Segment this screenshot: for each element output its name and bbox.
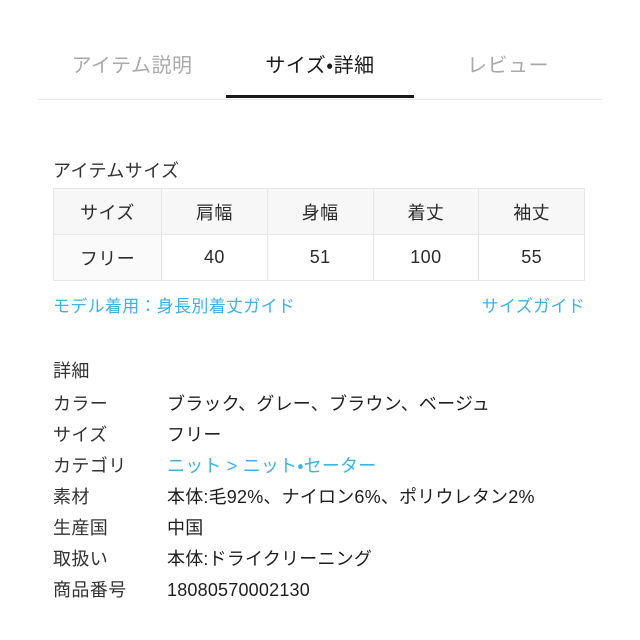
table-header-bust: 身幅 (266, 188, 374, 235)
tab-size-detail-label: サイズ・詳細 (265, 55, 375, 77)
tab-reviews-label: レビュー (467, 55, 549, 77)
spec-row-material: 素材 本体:毛92%、ナイロン6%、ポリウレタン2% (53, 483, 613, 514)
spec-value-country: 中国 (167, 518, 204, 538)
detail-spec-list: カラー ブラック、グレー、ブラウン、ベージュ サイズ フリー カテゴリ ニット … (53, 390, 613, 607)
spec-label-care: 取扱い (53, 549, 109, 569)
table-header-row: サイズ 肩幅 身幅 着丈 袖丈 (53, 188, 585, 235)
item-size-table: サイズ 肩幅 身幅 着丈 袖丈 フリー 40 51 100 55 (53, 188, 585, 281)
spec-label-color: カラー (53, 394, 109, 414)
spec-value-color: ブラック、グレー、ブラウン、ベージュ (167, 394, 491, 414)
spec-row-country: 生産国 中国 (53, 514, 613, 545)
spec-label-category: カテゴリ (53, 456, 127, 476)
table-header-length: 着丈 (372, 188, 480, 235)
table-row: フリー 40 51 100 55 (53, 234, 585, 281)
spec-row-care: 取扱い 本体:ドライクリーニング (53, 545, 613, 576)
spec-row-product-number: 商品番号 18080570002130 (53, 576, 613, 607)
table-cell-length: 100 (372, 234, 480, 281)
tab-item-description[interactable]: アイテム説明 (38, 40, 226, 98)
spec-value-material: 本体:毛92%、ナイロン6%、ポリウレタン2% (167, 487, 535, 507)
size-guide-link[interactable]: サイズガイド (482, 292, 585, 317)
spec-value-size: フリー (167, 425, 222, 445)
table-header-size: サイズ (53, 188, 162, 235)
spec-label-size: サイズ (53, 425, 108, 445)
item-size-heading: アイテムサイズ (53, 161, 180, 181)
product-tabbar: アイテム説明 サイズ・詳細 レビュー (38, 40, 602, 100)
tab-size-detail[interactable]: サイズ・詳細 (226, 40, 414, 98)
table-cell-bust: 51 (266, 234, 374, 281)
spec-value-category-link[interactable]: ニット > ニット・セーター (167, 452, 376, 478)
spec-label-product-number: 商品番号 (53, 580, 127, 600)
spec-row-size: サイズ フリー (53, 421, 613, 452)
size-guide-links: モデル着用：身長別着丈ガイド サイズガイド (53, 292, 585, 317)
table-cell-size: フリー (53, 234, 162, 281)
spec-value-care: 本体:ドライクリーニング (167, 549, 373, 569)
table-cell-shoulder: 40 (161, 234, 268, 281)
detail-heading: 詳細 (53, 361, 90, 381)
model-height-guide-link[interactable]: モデル着用：身長別着丈ガイド (53, 292, 295, 317)
tab-item-description-label: アイテム説明 (71, 55, 193, 77)
table-header-shoulder: 肩幅 (161, 188, 268, 235)
spec-value-product-number: 18080570002130 (167, 580, 310, 600)
tab-reviews[interactable]: レビュー (414, 40, 602, 98)
spec-row-category: カテゴリ ニット > ニット・セーター (53, 452, 613, 483)
table-header-sleeve: 袖丈 (478, 188, 585, 235)
spec-label-material: 素材 (53, 487, 90, 507)
table-cell-sleeve: 55 (478, 234, 585, 281)
spec-row-color: カラー ブラック、グレー、ブラウン、ベージュ (53, 390, 613, 421)
spec-label-country: 生産国 (53, 518, 109, 538)
